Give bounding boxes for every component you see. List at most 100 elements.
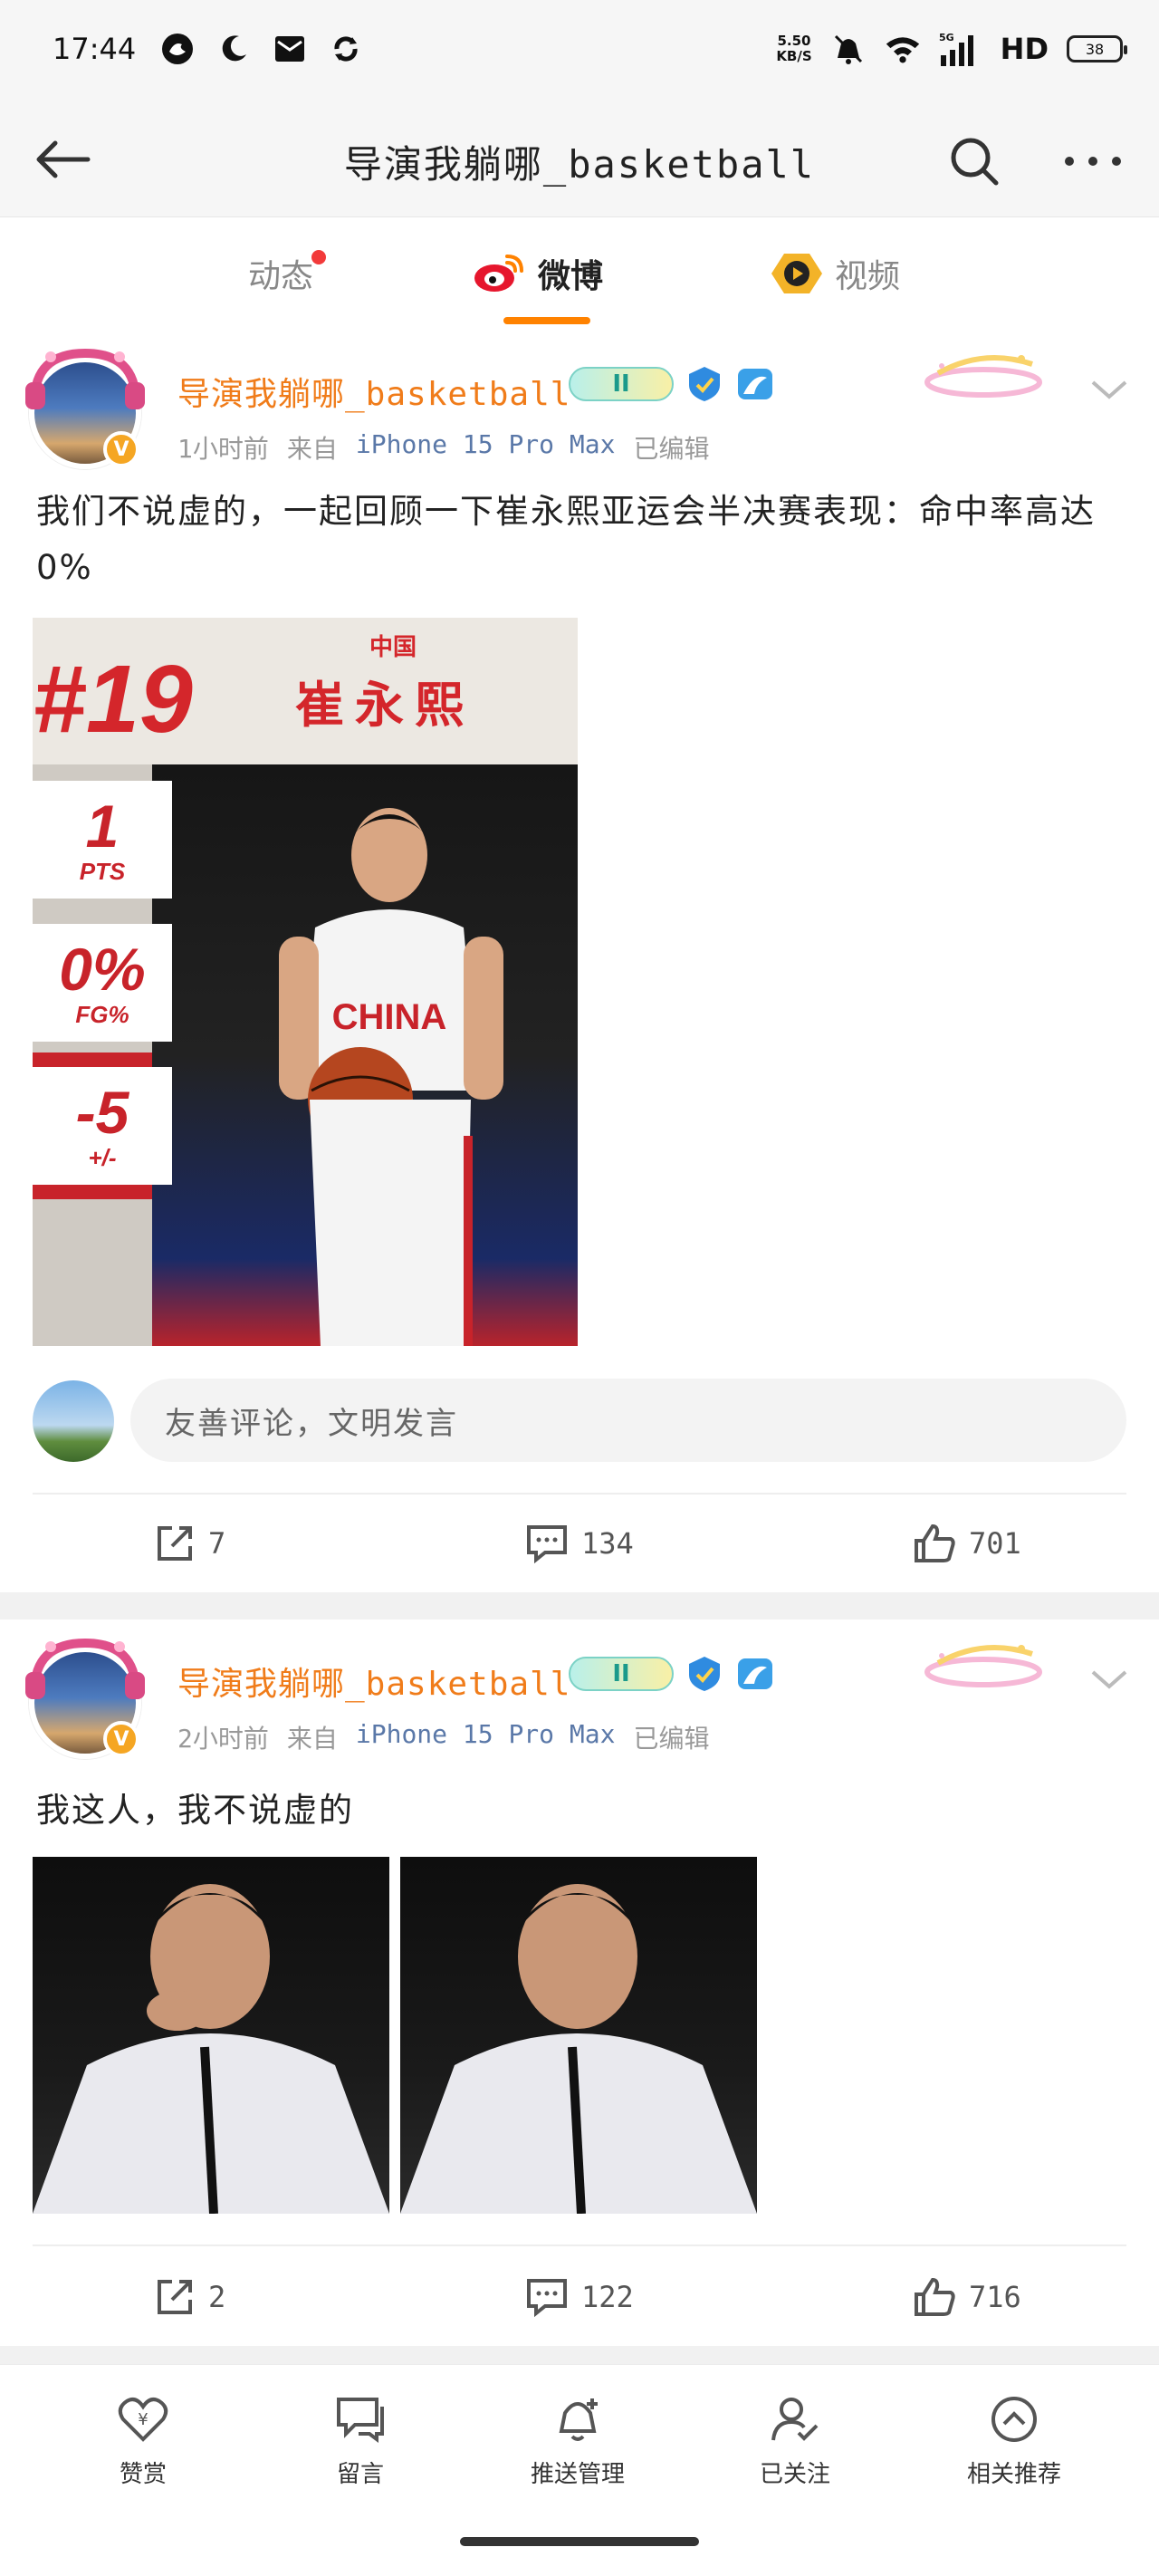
post-device[interactable]: iPhone 15 Pro Max — [356, 429, 616, 466]
bottom-bar-label: 相关推荐 — [966, 2461, 1061, 2488]
username[interactable]: 导演我躺哪_basketball — [177, 1658, 570, 1705]
post-source-prefix: 来自 — [286, 1724, 338, 1754]
user-badges: II — [569, 364, 775, 404]
reward-button[interactable]: ¥ 赞赏 — [62, 2392, 225, 2489]
player-photo: CHINA — [152, 764, 578, 1346]
battery-icon: 38 — [1067, 35, 1127, 62]
bottom-bar-label: 推送管理 — [530, 2461, 625, 2488]
image-country: 中国 — [369, 634, 417, 661]
post-separator — [0, 2346, 1159, 2364]
post-menu-button[interactable] — [1087, 1661, 1132, 1697]
bell-plus-icon — [551, 2392, 605, 2446]
moon-icon — [216, 31, 252, 67]
post-meta: 1小时前 来自 iPhone 15 Pro Max 已编辑 — [177, 429, 709, 466]
shield-badge-icon[interactable] — [685, 364, 724, 404]
tab-dynamics-label: 动态 — [248, 258, 314, 295]
jersey-text: CHINA — [332, 997, 447, 1037]
decoration-card-icon[interactable] — [920, 346, 1047, 409]
decoration-card-icon[interactable] — [920, 1636, 1047, 1699]
status-icons-left — [159, 31, 364, 67]
tab-weibo[interactable]: 微博 — [473, 248, 603, 299]
tab-dynamics[interactable]: 动态 — [248, 248, 327, 299]
post-device[interactable]: iPhone 15 Pro Max — [356, 1719, 616, 1755]
verified-badge-icon: V — [103, 1721, 139, 1757]
profile-tabs: 动态 微博 视频 — [0, 217, 1159, 330]
username[interactable]: 导演我躺哪_basketball — [177, 368, 570, 415]
svg-text:5G: 5G — [939, 32, 954, 43]
level-badge[interactable]: II — [569, 367, 674, 401]
repost-icon — [158, 2280, 192, 2314]
home-indicator[interactable] — [460, 2537, 699, 2546]
thumbs-up-icon — [915, 2277, 955, 2316]
net-speed-unit: KB/S — [776, 48, 812, 64]
like-count: 716 — [969, 2280, 1021, 2314]
post-edited[interactable]: 已编辑 — [633, 429, 709, 466]
more-button[interactable] — [1061, 141, 1125, 181]
status-icons-right: 5.50 KB/S 5G HD 38 — [776, 31, 1127, 67]
repost-count: 7 — [208, 1526, 226, 1561]
avatar[interactable]: V — [25, 348, 145, 469]
stat-card-pts: 1 PTS — [33, 781, 172, 899]
like-button[interactable]: 716 — [913, 2272, 1021, 2322]
svg-text:¥: ¥ — [138, 2410, 148, 2429]
post-image[interactable] — [33, 1857, 389, 2214]
stat-label: +/- — [88, 1143, 117, 1171]
headphone-frame-icon — [25, 1638, 145, 1699]
like-count: 701 — [969, 1526, 1021, 1561]
avatar[interactable]: V — [25, 1638, 145, 1759]
search-icon — [951, 138, 999, 186]
stat-value: 1 — [85, 792, 120, 860]
post-image[interactable]: #19 中国 崔永熙 CHINA 1 PTS 0% FG% -5 +/- — [33, 618, 578, 1346]
comment-count: 122 — [581, 2280, 634, 2314]
signal-icon: 5G — [939, 31, 982, 67]
post-actions: 2 122 716 — [0, 2250, 1159, 2344]
divider — [33, 2244, 1126, 2246]
repost-count: 2 — [208, 2280, 226, 2314]
comment-button[interactable]: 122 — [525, 2272, 634, 2322]
comment-input[interactable]: 友善评论，文明发言 — [130, 1379, 1126, 1462]
post-menu-button[interactable] — [1087, 371, 1132, 408]
bottom-action-bar: ¥ 赞赏 留言 推送管理 已关注 相关推荐 — [0, 2364, 1159, 2576]
fan-badge-icon[interactable] — [735, 364, 775, 404]
active-tab-indicator — [503, 317, 590, 324]
repost-button[interactable]: 2 — [154, 2272, 225, 2322]
my-avatar[interactable] — [33, 1380, 114, 1462]
post-separator — [0, 1592, 1159, 1620]
status-time: 17:44 — [53, 32, 137, 66]
post-edited[interactable]: 已编辑 — [633, 1719, 709, 1755]
reward-heart-icon: ¥ — [116, 2392, 170, 2446]
jersey-number: #19 — [33, 646, 193, 753]
weibo-logo-icon — [474, 255, 523, 292]
push-settings-button[interactable]: 推送管理 — [496, 2392, 659, 2489]
shield-badge-icon[interactable] — [685, 1654, 724, 1694]
repost-icon — [158, 1526, 192, 1561]
comment-icon — [527, 2279, 567, 2317]
tab-video-label: 视频 — [835, 258, 901, 295]
bottom-bar-label: 留言 — [336, 2461, 384, 2488]
user-badges: II — [569, 1654, 775, 1694]
chevron-down-icon — [1091, 380, 1127, 399]
related-recommend-button[interactable]: 相关推荐 — [933, 2392, 1096, 2489]
level-badge[interactable]: II — [569, 1657, 674, 1691]
sync-icon — [328, 31, 364, 67]
stat-value: 0% — [59, 935, 146, 1003]
following-button[interactable]: 已关注 — [714, 2392, 876, 2489]
post-time: 2小时前 — [177, 1724, 269, 1754]
stat-label: PTS — [79, 857, 126, 885]
post-actions: 7 134 701 — [0, 1496, 1159, 1591]
fan-badge-icon[interactable] — [735, 1654, 775, 1694]
comment-count: 134 — [581, 1526, 634, 1561]
repost-button[interactable]: 7 — [154, 1518, 225, 1569]
stat-label: FG% — [75, 1000, 129, 1028]
top-nav: 导演我躺哪_basketball — [0, 98, 1159, 217]
like-button[interactable]: 701 — [913, 1518, 1021, 1569]
tab-video[interactable]: 视频 — [771, 248, 900, 299]
net-speed-value: 5.50 — [777, 33, 811, 49]
up-circle-icon — [987, 2392, 1041, 2446]
message-button[interactable]: 留言 — [279, 2392, 442, 2489]
unread-dot — [311, 250, 327, 264]
search-button[interactable] — [945, 132, 1003, 190]
comment-button[interactable]: 134 — [525, 1518, 634, 1569]
post-source-prefix: 来自 — [286, 434, 338, 464]
post-image[interactable] — [400, 1857, 757, 2214]
